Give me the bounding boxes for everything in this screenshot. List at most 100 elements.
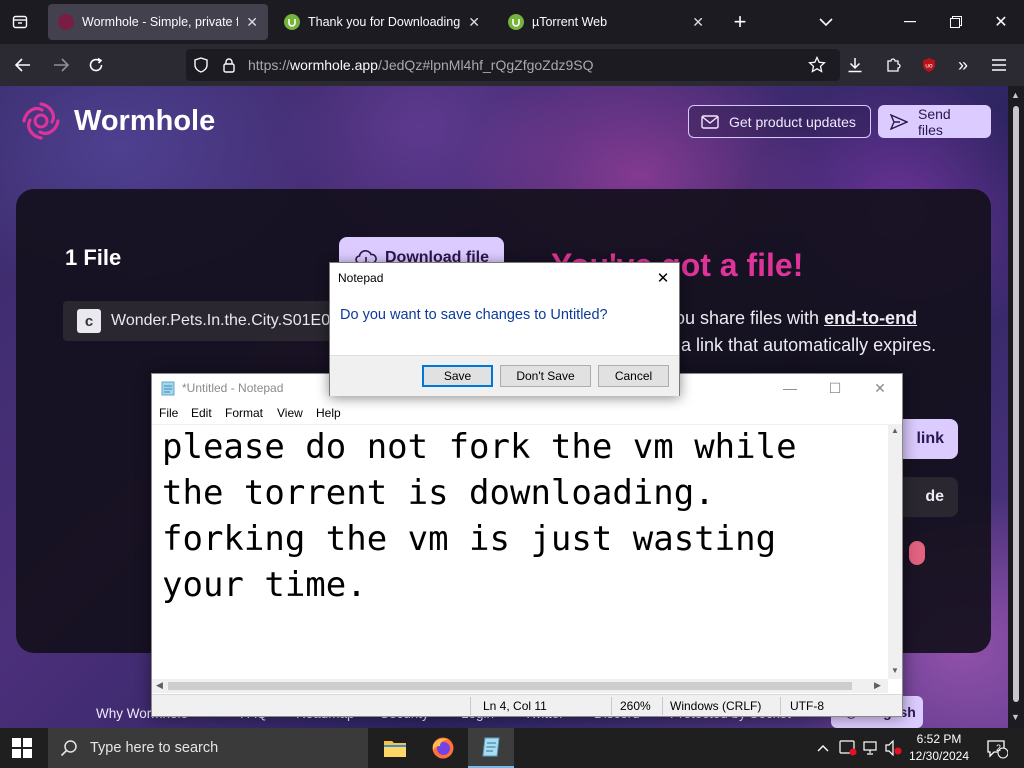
close-tab-icon[interactable]: ✕ bbox=[692, 14, 704, 31]
maximize-icon[interactable]: ☐ bbox=[820, 378, 850, 398]
dialog-button-row: Save Don't Save Cancel bbox=[330, 355, 679, 396]
mail-icon bbox=[701, 114, 719, 129]
close-icon[interactable]: ✕ bbox=[652, 267, 674, 289]
tab-utorrent-thanks[interactable]: Thank you for Downloading µT ✕ bbox=[274, 4, 490, 40]
text-line: please do not fork the vm while bbox=[162, 427, 797, 467]
notepad-status-bar: Ln 4, Col 11 260% Windows (CRLF) UTF-8 bbox=[152, 694, 902, 716]
close-window-icon[interactable]: ✕ bbox=[989, 10, 1013, 34]
notepad-window: *Untitled - Notepad — ☐ ✕ File Edit Form… bbox=[151, 373, 903, 717]
file-explorer-icon[interactable] bbox=[372, 728, 418, 768]
reload-icon[interactable] bbox=[85, 54, 107, 76]
file-name: Wonder.Pets.In.the.City.S01E04 bbox=[111, 312, 339, 329]
firefox-icon[interactable] bbox=[420, 728, 466, 768]
wormhole-logo[interactable]: Wormhole bbox=[20, 100, 215, 142]
utorrent-favicon-icon bbox=[284, 14, 300, 30]
report-badge[interactable] bbox=[909, 541, 925, 565]
save-changes-dialog: Notepad ✕ Do you want to save changes to… bbox=[329, 262, 680, 396]
close-tab-icon[interactable]: ✕ bbox=[468, 14, 480, 31]
show-hidden-icons-chevron-icon[interactable] bbox=[814, 738, 832, 758]
scrollbar-thumb[interactable] bbox=[168, 682, 852, 690]
wormhole-favicon-icon bbox=[58, 14, 74, 30]
brand-name: Wormhole bbox=[74, 104, 216, 137]
file-list-item[interactable]: c Wonder.Pets.In.the.City.S01E04 bbox=[63, 301, 363, 341]
overflow-menu-icon[interactable]: » bbox=[952, 54, 974, 76]
hamburger-menu-icon[interactable] bbox=[988, 54, 1010, 76]
scroll-down-icon[interactable]: ▼ bbox=[1011, 712, 1020, 722]
menu-edit[interactable]: Edit bbox=[191, 406, 212, 420]
notepad-title: *Untitled - Notepad bbox=[182, 381, 284, 395]
cursor-position: Ln 4, Col 11 bbox=[483, 699, 547, 713]
extensions-puzzle-icon[interactable] bbox=[882, 54, 904, 76]
windows-taskbar: Type here to search 6:52 PM 12/30/2024 2 bbox=[0, 728, 1024, 768]
encoding: UTF-8 bbox=[790, 699, 824, 713]
notification-count: 2 bbox=[996, 743, 1002, 753]
tab-title: Thank you for Downloading µT bbox=[308, 15, 461, 29]
text-line: your time. bbox=[162, 565, 367, 605]
windows-start-icon[interactable] bbox=[12, 738, 32, 758]
utorrent-favicon-icon bbox=[508, 14, 524, 30]
restore-window-icon[interactable] bbox=[944, 10, 968, 34]
list-all-tabs-icon[interactable] bbox=[814, 10, 838, 34]
get-product-updates-button[interactable]: Get product updates bbox=[688, 105, 871, 138]
tab-title: Wormhole - Simple, private file bbox=[82, 15, 239, 29]
tab-list-icon[interactable] bbox=[8, 10, 32, 34]
browser-nav-bar: https://wormhole.app/JedQz#lpnMl4hf_rQgZ… bbox=[0, 44, 1024, 86]
notepad-text-area[interactable]: please do not fork the vm while the torr… bbox=[152, 424, 888, 679]
dialog-message: Do you want to save changes to Untitled? bbox=[340, 307, 608, 323]
scroll-up-icon[interactable]: ▲ bbox=[891, 426, 899, 435]
notepad-taskbar-icon[interactable] bbox=[468, 728, 514, 768]
tab-title: µTorrent Web bbox=[532, 15, 608, 29]
menu-file[interactable]: File bbox=[159, 406, 178, 420]
close-icon[interactable]: ✕ bbox=[865, 378, 895, 398]
ublock-origin-icon[interactable]: uo bbox=[918, 54, 940, 76]
send-files-button[interactable]: Send files bbox=[878, 105, 991, 138]
url-bar[interactable]: https://wormhole.app/JedQz#lpnMl4hf_rQgZ… bbox=[186, 49, 840, 81]
menu-help[interactable]: Help bbox=[316, 406, 341, 420]
new-tab-icon[interactable]: + bbox=[728, 9, 752, 34]
zoom-level: 260% bbox=[620, 699, 651, 713]
save-button[interactable]: Save bbox=[422, 365, 493, 387]
notification-center-icon[interactable]: 2 bbox=[982, 738, 1012, 760]
text-line: forking the vm is just wasting bbox=[162, 519, 777, 559]
wormhole-logo-icon bbox=[22, 102, 60, 140]
url-text[interactable]: https://wormhole.app/JedQz#lpnMl4hf_rQgZ… bbox=[248, 57, 594, 73]
taskbar-search-box[interactable]: Type here to search bbox=[48, 728, 368, 768]
send-icon bbox=[890, 113, 908, 130]
close-tab-icon[interactable]: ✕ bbox=[246, 14, 258, 31]
scroll-left-icon[interactable]: ◀ bbox=[156, 680, 163, 691]
tab-utorrent-web[interactable]: µTorrent Web ✕ bbox=[498, 4, 714, 40]
menu-format[interactable]: Format bbox=[225, 406, 263, 420]
dont-save-button[interactable]: Don't Save bbox=[500, 365, 591, 387]
clock-date: 12/30/2024 bbox=[908, 749, 970, 763]
scrollbar-thumb[interactable] bbox=[1013, 106, 1019, 702]
security-tray-icon[interactable] bbox=[838, 738, 858, 758]
downloads-icon[interactable] bbox=[844, 54, 866, 76]
files-count: 1 File bbox=[65, 245, 122, 270]
scroll-right-icon[interactable]: ▶ bbox=[874, 680, 881, 691]
back-arrow-icon[interactable] bbox=[12, 54, 34, 76]
clock-time: 6:52 PM bbox=[916, 732, 962, 746]
svg-text:uo: uo bbox=[925, 63, 933, 70]
minimize-icon[interactable]: — bbox=[775, 378, 805, 398]
tab-wormhole[interactable]: Wormhole - Simple, private file ✕ bbox=[48, 4, 268, 40]
minimize-window-icon[interactable] bbox=[898, 10, 922, 34]
notepad-app-icon bbox=[161, 381, 175, 396]
line-endings: Windows (CRLF) bbox=[670, 699, 762, 713]
notepad-vertical-scrollbar[interactable]: ▲ ▼ bbox=[888, 424, 902, 679]
cancel-button[interactable]: Cancel bbox=[598, 365, 669, 387]
browser-tab-bar: Wormhole - Simple, private file ✕ Thank … bbox=[0, 0, 1024, 44]
lock-icon[interactable] bbox=[220, 56, 238, 74]
forward-arrow-icon[interactable] bbox=[50, 54, 72, 76]
network-tray-icon[interactable] bbox=[862, 738, 882, 758]
bookmark-star-icon[interactable] bbox=[806, 54, 828, 76]
shield-icon[interactable] bbox=[192, 56, 210, 74]
notepad-horizontal-scrollbar[interactable]: ◀ ▶ bbox=[152, 679, 888, 693]
scroll-down-icon[interactable]: ▼ bbox=[891, 666, 899, 675]
scroll-up-icon[interactable]: ▲ bbox=[1011, 90, 1020, 100]
end-to-end-link[interactable]: end-to-end bbox=[824, 308, 917, 328]
send-files-label: Send files bbox=[918, 105, 951, 138]
page-scrollbar[interactable]: ▲ ▼ bbox=[1008, 86, 1024, 728]
clock[interactable]: 6:52 PM 12/30/2024 bbox=[900, 731, 978, 765]
menu-view[interactable]: View bbox=[277, 406, 303, 420]
dialog-title: Notepad bbox=[338, 271, 384, 285]
